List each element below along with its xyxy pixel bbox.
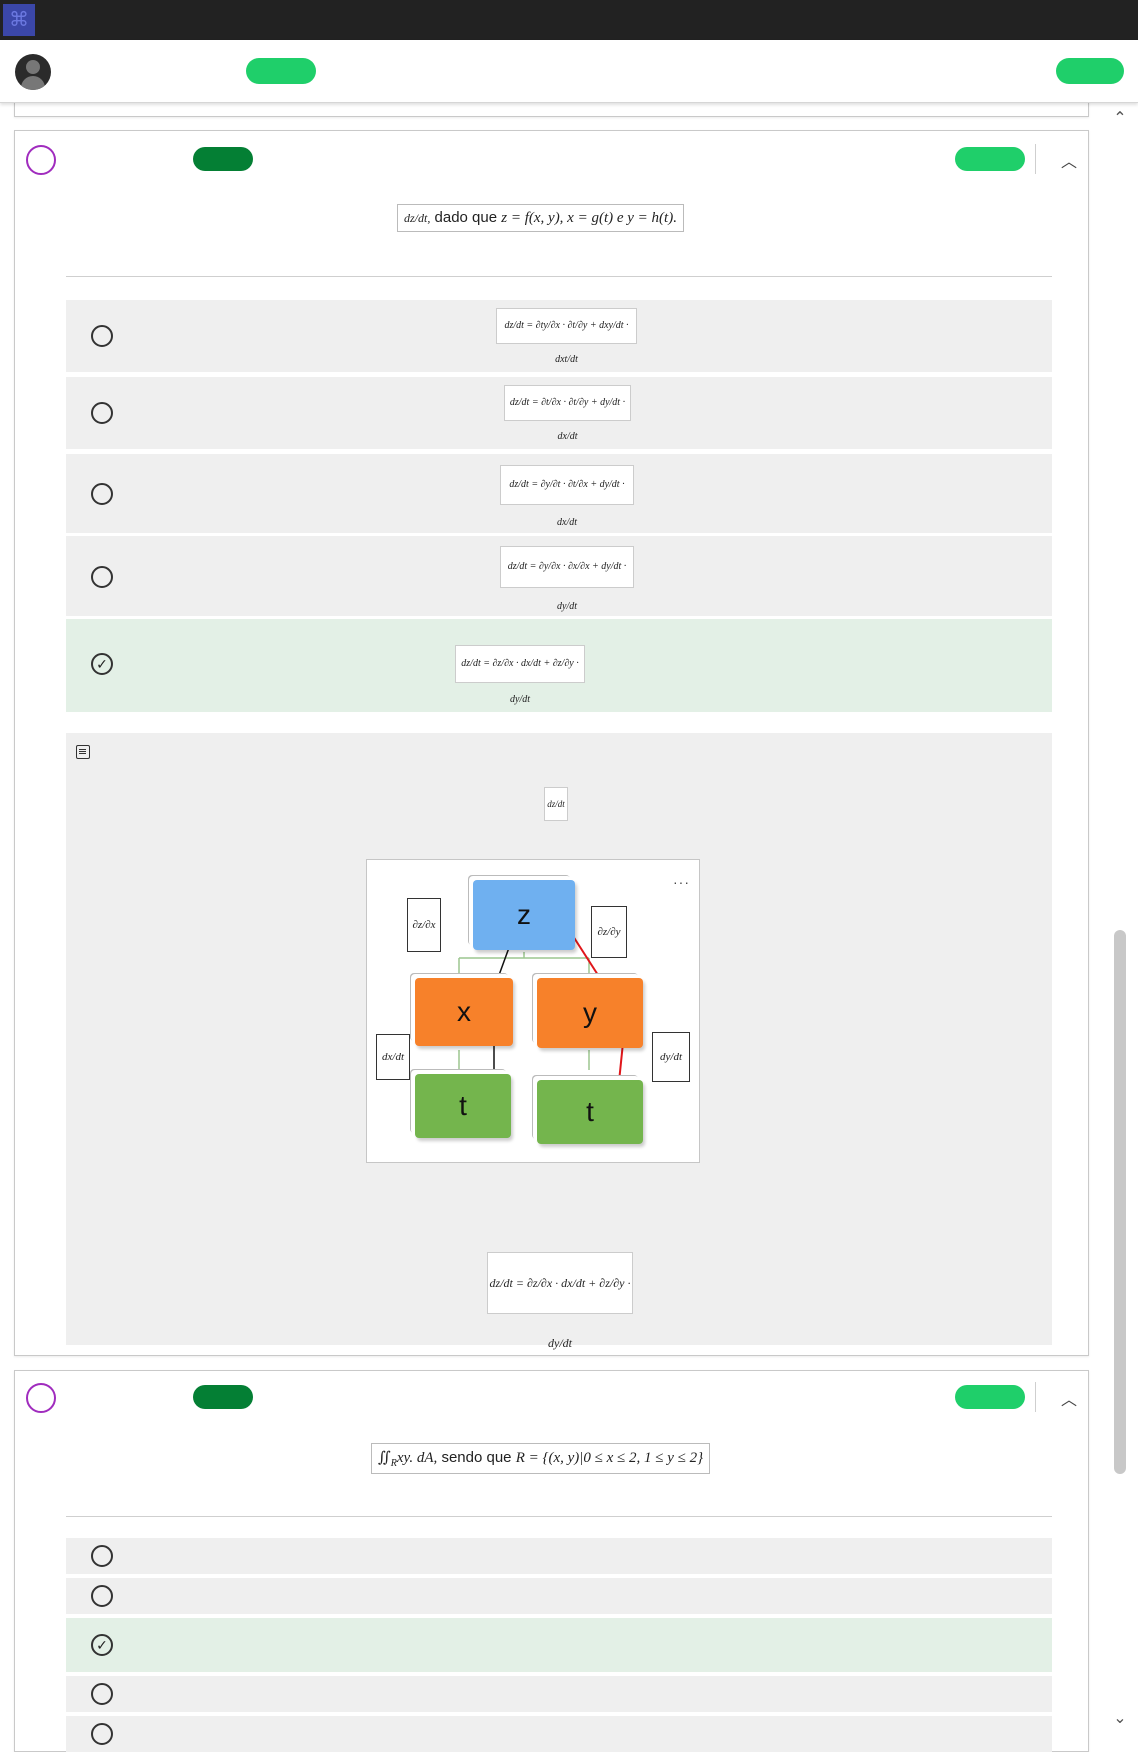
answer-option[interactable] (66, 1676, 1052, 1712)
question-statement: dz/dt, dado que z = f(x, y), x = g(t) e … (397, 204, 684, 232)
radio-button[interactable] (91, 1723, 113, 1745)
explanation-panel: dz/dt ··· z x y t t ∂z/∂x ∂z/∂y dx/dt dy… (66, 733, 1052, 1350)
separator (66, 276, 1052, 277)
app-logo-icon[interactable]: ⌘ (3, 4, 35, 36)
radio-button[interactable] (91, 566, 113, 588)
question-tag-pill (193, 1385, 253, 1409)
top-bar: ⌘ (0, 0, 1138, 40)
answer-option[interactable]: dz/dt = ∂y/∂t · ∂t/∂x + dy/dt · dx/dt (66, 454, 1052, 533)
tree-node-t-left: t (415, 1074, 511, 1138)
question-score-pill (955, 1385, 1025, 1409)
dependency-tree-diagram: ··· z x y t t ∂z/∂x ∂z/∂y dx/dt dy/dt (366, 859, 700, 1163)
statement-text: sendo que (437, 1449, 516, 1466)
option-formula: dz/dt = ∂y/∂t · ∂t/∂x + dy/dt · dx/dt (500, 465, 634, 528)
radio-button[interactable] (91, 1683, 113, 1705)
scroll-up-icon[interactable]: ⌃ (1112, 111, 1128, 127)
question-statement: ∬Rxy. dA, sendo que R = {(x, y)|0 ≤ x ≤ … (371, 1443, 711, 1474)
question-tag-pill (193, 147, 253, 171)
scroll-down-icon[interactable]: ⌄ (1112, 1711, 1128, 1727)
tree-node-x: x (415, 978, 513, 1046)
header (0, 40, 1138, 103)
divider (1035, 144, 1036, 174)
scrollbar-thumb[interactable] (1114, 930, 1126, 1474)
statement-math: xy. dA, (396, 1450, 438, 1466)
radio-button[interactable] (91, 483, 113, 505)
radio-button[interactable] (91, 402, 113, 424)
question-card-1: ︿ dz/dt, dado que z = f(x, y), x = g(t) … (14, 130, 1089, 1356)
statement-prefix: dz/dt, (404, 211, 431, 225)
option-formula: dz/dt = ∂z/∂x · dx/dt + ∂z/∂y · dy/dt (455, 645, 585, 705)
statement-integral: ∬ (378, 1450, 391, 1466)
option-formula: dz/dt = ∂y/∂x · ∂x/∂x + dy/dt · dy/dt (500, 546, 634, 612)
partial-z-y: ∂z/∂y (591, 906, 627, 958)
answer-option[interactable] (66, 1578, 1052, 1614)
check-circle-icon[interactable]: ✓ (91, 653, 113, 675)
header-action-pill[interactable] (1056, 58, 1124, 84)
statement-math: z = f(x, y), x = g(t) e y = h(t). (501, 210, 677, 226)
option-formula: dz/dt = ∂t/∂x · ∂t/∂y + dy/dt · dx/dt (504, 385, 631, 442)
answer-option-correct[interactable]: ✓ (66, 1618, 1052, 1672)
answer-option[interactable]: dz/dt = ∂ty/∂x · ∂t/∂y + dxy/dt · dxt/dt (66, 300, 1052, 372)
tree-node-z: z (473, 880, 575, 950)
radio-button[interactable] (91, 1545, 113, 1567)
header-status-pill (246, 58, 316, 84)
explanation-final-formula: dz/dt = ∂z/∂x · dx/dt + ∂z/∂y · dy/dt (487, 1252, 633, 1350)
note-icon (76, 745, 90, 759)
partial-z-x: ∂z/∂x (407, 898, 441, 952)
question-status-icon (26, 145, 56, 175)
partial-x-t: dx/dt (376, 1034, 410, 1080)
collapse-chevron-icon[interactable]: ︿ (1061, 1386, 1077, 1410)
radio-button[interactable] (91, 1585, 113, 1607)
question-status-icon (26, 1383, 56, 1413)
explanation-small-formula: dz/dt (544, 787, 568, 821)
question-score-pill (955, 147, 1025, 171)
separator (66, 1516, 1052, 1517)
partial-y-t: dy/dt (652, 1032, 690, 1082)
answer-option[interactable]: dz/dt = ∂y/∂x · ∂x/∂x + dy/dt · dy/dt (66, 536, 1052, 616)
question-card-2: ︿ ∬Rxy. dA, sendo que R = {(x, y)|0 ≤ x … (14, 1370, 1089, 1752)
statement-region: R = {(x, y)|0 ≤ x ≤ 2, 1 ≤ y ≤ 2} (515, 1450, 704, 1466)
option-formula: dz/dt = ∂ty/∂x · ∂t/∂y + dxy/dt · dxt/dt (496, 308, 637, 365)
check-circle-icon[interactable]: ✓ (91, 1634, 113, 1656)
answer-option[interactable] (66, 1716, 1052, 1752)
collapse-chevron-icon[interactable]: ︿ (1061, 148, 1077, 172)
user-avatar-icon[interactable] (15, 54, 51, 90)
tree-node-t-right: t (537, 1080, 643, 1144)
answer-option[interactable] (66, 1538, 1052, 1574)
tree-node-y: y (537, 978, 643, 1048)
radio-button[interactable] (91, 325, 113, 347)
answer-option-correct[interactable]: ✓ dz/dt = ∂z/∂x · dx/dt + ∂z/∂y · dy/dt (66, 619, 1052, 712)
statement-text: dado que (430, 209, 502, 226)
answer-option[interactable]: dz/dt = ∂t/∂x · ∂t/∂y + dy/dt · dx/dt (66, 377, 1052, 449)
divider (1035, 1382, 1036, 1412)
